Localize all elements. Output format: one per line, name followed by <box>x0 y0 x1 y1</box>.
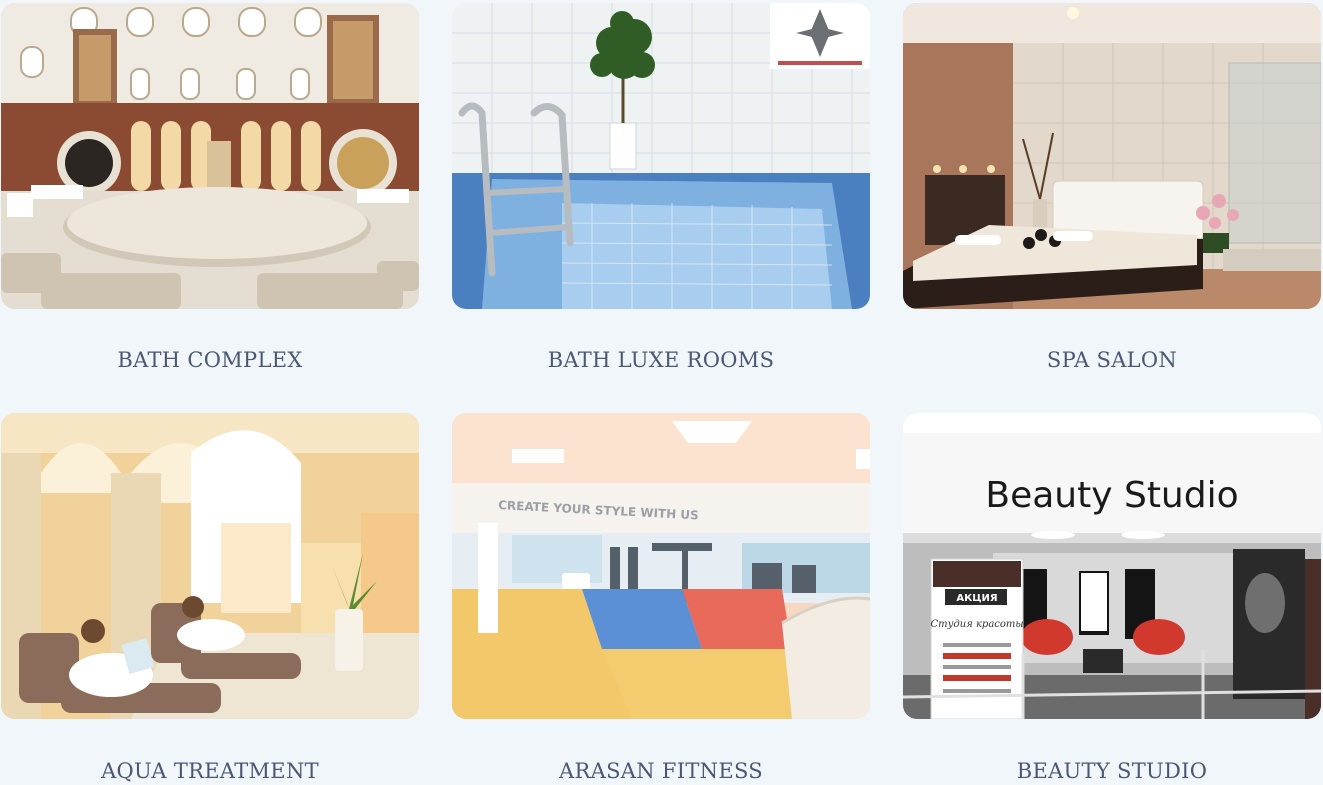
arasan-fitness-photo[interactable]: CREATE YOUR STYLE WITH US <box>452 413 870 719</box>
service-card-aqua-treatment[interactable]: AQUA TREATMENT <box>1 413 419 783</box>
spa-salon-photo[interactable] <box>903 3 1321 309</box>
beauty-studio-sign: Beauty Studio <box>985 475 1238 516</box>
aqua-treatment-photo[interactable] <box>1 413 419 719</box>
service-card-arasan-fitness[interactable]: CREATE YOUR STYLE WITH US ARASAN FITNESS <box>452 413 870 783</box>
service-title[interactable]: BATH COMPLEX <box>1 348 419 372</box>
service-title[interactable]: ARASAN FITNESS <box>452 759 870 783</box>
service-card-bath-luxe-rooms[interactable]: BATH LUXE ROOMS <box>452 3 870 372</box>
bath-complex-photo[interactable] <box>1 3 419 309</box>
services-grid: BATH COMPLEX BATH LUXE ROOMS SPA SALON A… <box>0 0 1323 785</box>
beauty-studio-photo[interactable]: Beauty Studio АКЦИЯ Студия красоты <box>903 413 1321 719</box>
service-title[interactable]: BATH LUXE ROOMS <box>452 348 870 372</box>
bath-luxe-rooms-photo[interactable] <box>452 3 870 309</box>
poster-title: Студия красоты <box>930 619 1023 630</box>
service-card-beauty-studio[interactable]: Beauty Studio АКЦИЯ Студия красоты BEAUT… <box>903 413 1321 783</box>
service-title[interactable]: SPA SALON <box>903 348 1321 372</box>
poster-heading: АКЦИЯ <box>956 593 997 604</box>
service-title[interactable]: BEAUTY STUDIO <box>903 759 1321 783</box>
service-title[interactable]: AQUA TREATMENT <box>1 759 419 783</box>
service-card-bath-complex[interactable]: BATH COMPLEX <box>1 3 419 372</box>
service-card-spa-salon[interactable]: SPA SALON <box>903 3 1321 372</box>
